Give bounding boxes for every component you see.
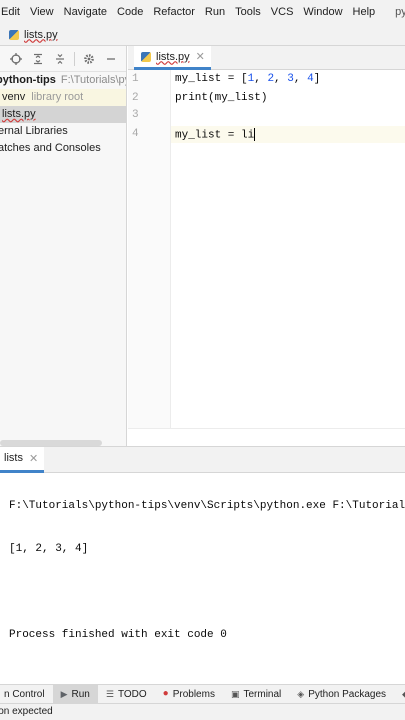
menu-bar: Edit View Navigate Code Refactor Run Too… (0, 0, 405, 24)
project-root-name: python-tips (0, 74, 56, 86)
line-number: 4 (132, 128, 139, 140)
menu-navigate[interactable]: Navigate (59, 0, 112, 24)
tool-window-strip: n Control ▶ Run ☰ TODO ● Problems ▣ Term… (0, 684, 405, 703)
external-libraries-label: ernal Libraries (0, 125, 68, 137)
window-title: python- (395, 6, 405, 18)
tool-todo[interactable]: ☰ TODO (98, 685, 155, 703)
code-line-1[interactable]: my_list = [1, 2, 3, 4] (175, 73, 320, 85)
console-line: Process finished with exit code 0 (9, 629, 227, 641)
tree-external-libraries[interactable]: ernal Libraries (0, 123, 126, 140)
menu-code[interactable]: Code (112, 0, 148, 24)
line-number: 2 (132, 92, 139, 104)
console-line: [1, 2, 3, 4] (9, 543, 89, 555)
file-label: lists.py (2, 108, 36, 120)
status-bar: ion expected (0, 703, 405, 720)
menu-view[interactable]: View (25, 0, 59, 24)
tool-run[interactable]: ▶ Run (52, 685, 98, 703)
run-tab-label: lists (4, 452, 23, 464)
tool-terminal[interactable]: ▣ Terminal (223, 685, 289, 703)
terminal-label: Terminal (243, 688, 282, 700)
menu-window[interactable]: Window (298, 0, 347, 24)
tree-project-root[interactable]: python-tips F:\Tutorials\python (0, 72, 126, 89)
tree-file-lists[interactable]: lists.py (0, 106, 126, 123)
code-line-4[interactable]: my_list = li (175, 128, 256, 142)
line-number: 3 (132, 109, 139, 121)
menu-help[interactable]: Help (348, 0, 381, 24)
venv-hint: library root (31, 91, 84, 103)
todo-label: TODO (117, 688, 147, 700)
error-icon: ● (162, 688, 169, 699)
run-tab-lists[interactable]: lists ✕ (0, 446, 45, 473)
python-file-icon (8, 29, 20, 41)
gear-icon[interactable] (78, 48, 100, 70)
editor-scrollbar[interactable] (128, 428, 405, 446)
venv-label: venv (2, 91, 26, 103)
terminal-icon: ▣ (230, 688, 240, 699)
console-line: F:\Tutorials\python-tips\venv\Scripts\py… (9, 500, 405, 512)
collapse-all-icon[interactable] (49, 48, 71, 70)
tree-scratches[interactable]: atches and Consoles (0, 140, 126, 157)
project-tool-window: python-tips F:\Tutorials\python venv libra… (0, 46, 127, 446)
problems-label: Problems (172, 688, 215, 700)
line-number: 1 (132, 73, 139, 85)
menu-run[interactable]: Run (200, 0, 230, 24)
expand-all-icon[interactable] (27, 48, 49, 70)
tool-python-packages[interactable]: ◈ Python Packages (289, 685, 394, 703)
run-tool-window: lists ✕ F:\Tutorials\python-tips\venv\Sc… (0, 446, 405, 684)
menu-edit[interactable]: Edit (0, 0, 25, 24)
breadcrumb-file[interactable]: lists.py (24, 29, 58, 41)
menu-vcs[interactable]: VCS (266, 0, 299, 24)
close-icon[interactable]: ✕ (196, 50, 205, 63)
minimize-icon[interactable] (100, 48, 122, 70)
python-file-icon (140, 51, 152, 63)
run-label: Run (71, 688, 90, 700)
tool-python-console[interactable]: ◆ P (394, 685, 405, 703)
editor-tab-bar: lists.py ✕ (128, 46, 405, 70)
package-icon: ◈ (297, 688, 305, 699)
code-line-4-text: my_list = li (175, 129, 255, 142)
console-output[interactable]: F:\Tutorials\python-tips\venv\Scripts\py… (9, 473, 405, 669)
project-toolbar (0, 46, 126, 72)
menu-tools[interactable]: Tools (230, 0, 266, 24)
toolbar-divider (74, 51, 75, 66)
run-header: lists ✕ (0, 446, 405, 473)
tree-venv[interactable]: venv library root (0, 89, 126, 106)
close-icon[interactable]: ✕ (29, 452, 38, 465)
editor: lists.py ✕ 1 2 3 4 my_list = [1, 2, 3, 4… (128, 46, 405, 446)
project-root-path: F:\Tutorials\python (60, 74, 126, 86)
locate-file-icon[interactable] (5, 48, 27, 70)
status-message: ion expected (0, 706, 53, 717)
python-packages-label: Python Packages (308, 688, 387, 700)
tool-problems[interactable]: ● Problems (155, 685, 223, 703)
menu-refactor[interactable]: Refactor (148, 0, 200, 24)
tool-version-control[interactable]: n Control (0, 685, 53, 703)
tab-lists-py[interactable]: lists.py ✕ (134, 46, 211, 70)
line-number-gutter: 1 2 3 4 (128, 70, 171, 446)
version-control-label: n Control (4, 688, 45, 700)
scratches-label: atches and Consoles (0, 142, 101, 154)
navigation-bar: lists.py (0, 24, 405, 46)
tab-label: lists.py (156, 50, 190, 63)
play-icon: ▶ (60, 688, 68, 699)
code-line-2[interactable]: print(my_list) (175, 92, 267, 104)
text-caret (254, 128, 256, 141)
list-icon: ☰ (105, 688, 114, 699)
